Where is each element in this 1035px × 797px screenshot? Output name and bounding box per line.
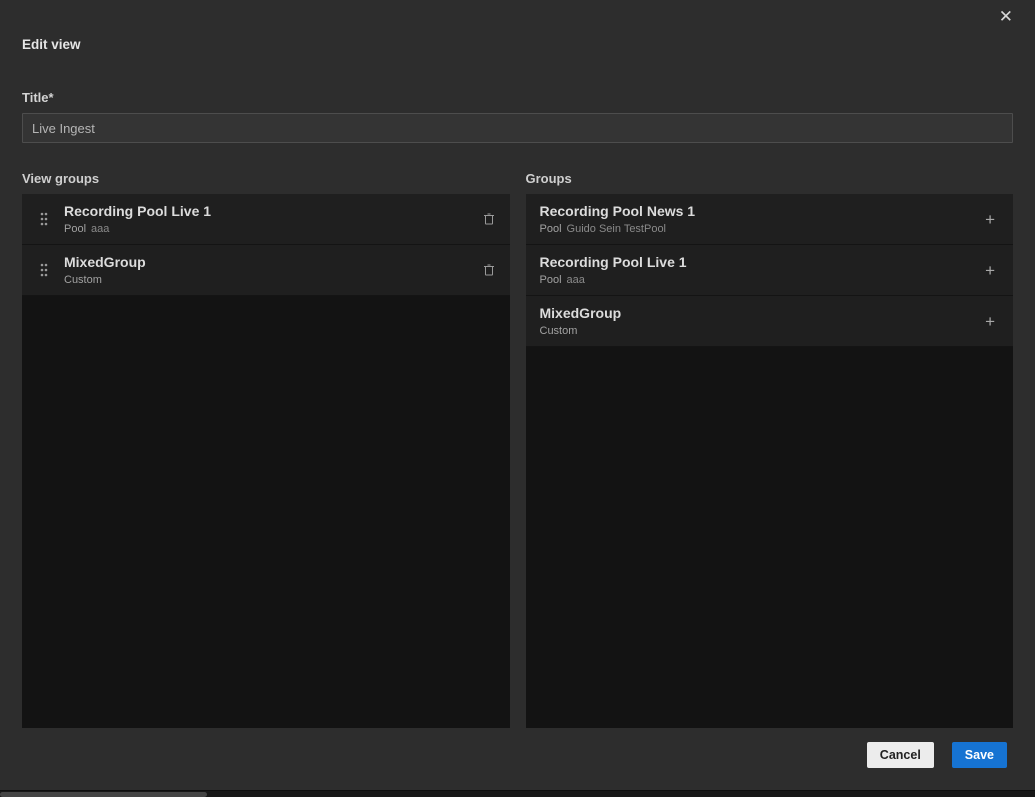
edit-view-dialog: ✕ Edit view Title* View groups Record	[0, 0, 1035, 797]
view-group-row: MixedGroup Custom	[22, 245, 510, 296]
group-row: Recording Pool Live 1 Poolaaa +	[526, 245, 1014, 296]
group-row: MixedGroup Custom +	[526, 296, 1014, 347]
group-subtitle: Custom	[64, 274, 482, 286]
dialog-footer: Cancel Save	[867, 742, 1007, 768]
group-type-label: Pool	[64, 223, 86, 235]
group-info: MixedGroup Custom	[540, 305, 982, 338]
dialog-title: Edit view	[22, 0, 1013, 52]
group-info: MixedGroup Custom	[64, 254, 482, 287]
close-icon[interactable]: ✕	[995, 4, 1017, 29]
horizontal-scrollbar[interactable]	[0, 790, 1035, 797]
group-title: MixedGroup	[540, 305, 982, 323]
group-name-label: Guido Sein TestPool	[567, 223, 666, 235]
group-subtitle: Pool Guido Sein TestPool	[540, 223, 982, 235]
group-info: Recording Pool News 1 Pool Guido Sein Tes…	[540, 203, 982, 236]
group-type-label: Pool	[540, 223, 562, 235]
view-groups-panel: Recording Pool Live 1 Poolaaa	[22, 194, 510, 728]
view-group-row: Recording Pool Live 1 Poolaaa	[22, 194, 510, 245]
save-button[interactable]: Save	[952, 742, 1007, 768]
add-group-icon[interactable]: +	[981, 311, 999, 332]
group-type-label: Custom	[64, 274, 102, 286]
add-group-icon[interactable]: +	[981, 209, 999, 230]
group-title: MixedGroup	[64, 254, 482, 272]
group-name-label: aaa	[91, 223, 109, 235]
groups-panel: Recording Pool News 1 Pool Guido Sein Tes…	[526, 194, 1014, 728]
group-row: Recording Pool News 1 Pool Guido Sein Tes…	[526, 194, 1014, 245]
group-subtitle: Poolaaa	[64, 223, 482, 235]
group-info: Recording Pool Live 1 Poolaaa	[64, 203, 482, 236]
drag-handle-icon[interactable]	[40, 212, 54, 226]
title-label: Title*	[22, 90, 1013, 105]
groups-heading: Groups	[526, 171, 1014, 186]
group-info: Recording Pool Live 1 Poolaaa	[540, 254, 982, 287]
group-title: Recording Pool Live 1	[540, 254, 982, 272]
group-subtitle: Poolaaa	[540, 274, 982, 286]
cancel-button[interactable]: Cancel	[867, 742, 934, 768]
group-title: Recording Pool News 1	[540, 203, 982, 221]
view-groups-heading: View groups	[22, 171, 510, 186]
groups-column: Groups Recording Pool News 1 Pool Guido S…	[526, 171, 1014, 728]
remove-group-icon[interactable]	[482, 262, 496, 278]
group-type-label: Custom	[540, 325, 578, 337]
title-input[interactable]	[22, 113, 1013, 143]
add-group-icon[interactable]: +	[981, 260, 999, 281]
remove-group-icon[interactable]	[482, 211, 496, 227]
drag-handle-icon[interactable]	[40, 263, 54, 277]
group-title: Recording Pool Live 1	[64, 203, 482, 221]
view-groups-column: View groups Recording Pool Live 1 Poolaa	[22, 171, 510, 728]
group-name-label: aaa	[567, 274, 585, 286]
group-subtitle: Custom	[540, 325, 982, 337]
group-type-label: Pool	[540, 274, 562, 286]
columns: View groups Recording Pool Live 1 Poolaa	[22, 171, 1013, 728]
scrollbar-thumb[interactable]	[0, 792, 207, 797]
